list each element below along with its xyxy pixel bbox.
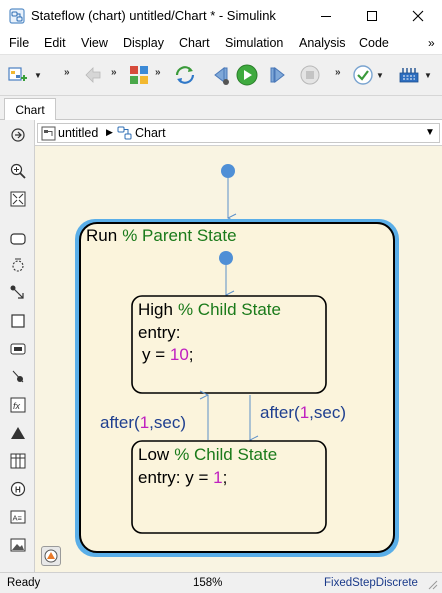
svg-text:fx: fx (13, 401, 21, 411)
menu-bar: File Edit View Display Chart Simulation … (0, 32, 442, 54)
image-icon[interactable] (9, 536, 27, 554)
library-icon[interactable] (128, 64, 150, 86)
menu-code[interactable]: Code (359, 36, 389, 50)
chevron-down-icon[interactable]: ▼ (34, 71, 42, 80)
stop-icon[interactable] (299, 64, 321, 86)
state-tool-icon[interactable] (9, 230, 27, 248)
breadcrumb-model[interactable]: untitled (58, 126, 98, 140)
chevron-down-icon[interactable]: ▼ (425, 127, 435, 138)
toolbar-overflow-2[interactable]: » (111, 67, 116, 78)
matlab-function-icon[interactable]: fx (9, 396, 27, 414)
chevron-down-icon[interactable]: ▼ (376, 71, 384, 80)
status-ready: Ready (7, 577, 41, 589)
high-state-action: y = 10; (142, 345, 194, 364)
tab-strip: Chart (0, 96, 442, 121)
transition-up-label[interactable]: after(1,sec) (100, 413, 186, 432)
truth-table-icon[interactable] (9, 424, 27, 442)
toolbar-overflow-3[interactable]: » (155, 67, 160, 78)
step-back-icon[interactable] (209, 64, 231, 86)
history-icon[interactable]: H (9, 480, 27, 498)
stateflow-app-icon (9, 8, 25, 24)
chart-icon (117, 126, 132, 140)
breadcrumb: untitled ▶ Chart ▼ (35, 120, 442, 146)
minimize-icon (321, 16, 331, 17)
window-title: Stateflow (chart) untitled/Chart * - Sim… (31, 8, 276, 23)
menu-simulation[interactable]: Simulation (225, 36, 283, 50)
tab-chart[interactable]: Chart (4, 98, 56, 121)
chart-canvas[interactable]: Run% Parent State High% Child State entr… (35, 146, 442, 572)
toolbar-overflow-4[interactable]: » (335, 67, 340, 78)
status-solver[interactable]: FixedStepDiscrete (324, 577, 418, 589)
minimize-button[interactable] (303, 0, 349, 32)
close-button[interactable] (395, 0, 441, 32)
zoom-in-icon[interactable] (9, 162, 27, 180)
default-transition-dot[interactable] (221, 164, 235, 178)
child-default-transition-dot[interactable] (219, 251, 233, 265)
hide-show-explorer-icon[interactable] (9, 126, 27, 144)
parent-state-label: Run% Parent State (86, 226, 237, 245)
menu-edit[interactable]: Edit (44, 36, 66, 50)
model-browser-icon[interactable] (7, 64, 29, 86)
status-bar: Ready 158% FixedStepDiscrete (0, 572, 442, 593)
history-junction-icon[interactable] (9, 256, 27, 274)
toolbar-overflow-1[interactable]: » (64, 67, 69, 78)
menu-file[interactable]: File (9, 36, 29, 50)
resize-grip-icon[interactable] (428, 580, 438, 590)
check-icon[interactable] (352, 64, 374, 86)
hardware-icon[interactable] (398, 64, 420, 86)
title-bar: Stateflow (chart) untitled/Chart * - Sim… (0, 0, 442, 32)
stateflow-small-icon (44, 549, 58, 563)
table-tool-icon[interactable] (9, 452, 27, 470)
maximize-icon (367, 11, 377, 21)
close-icon (412, 10, 424, 22)
svg-text:H: H (15, 486, 21, 495)
chevron-right-icon: ▶ (106, 127, 113, 137)
object-palette: fx H A≡ (0, 120, 35, 572)
menu-overflow-button[interactable]: » (428, 36, 435, 50)
model-browser-toggle[interactable] (41, 546, 61, 566)
step-forward-icon[interactable] (267, 64, 289, 86)
connective-junction-icon[interactable] (9, 368, 27, 386)
simulink-function-icon[interactable] (9, 340, 27, 358)
update-icon[interactable] (174, 64, 196, 86)
high-state-entry: entry: (138, 323, 181, 342)
chevron-down-icon[interactable]: ▼ (424, 71, 432, 80)
maximize-button[interactable] (349, 0, 395, 32)
fit-to-view-icon[interactable] (9, 190, 27, 208)
menu-analysis[interactable]: Analysis (299, 36, 346, 50)
box-tool-icon[interactable] (9, 312, 27, 330)
annotation-icon[interactable]: A≡ (9, 508, 27, 526)
toolbar: ▼ » » » » ▼ ▼ (0, 54, 442, 96)
svg-text:A≡: A≡ (13, 514, 23, 523)
back-icon[interactable] (82, 64, 104, 86)
default-transition-icon[interactable] (9, 284, 27, 302)
menu-chart[interactable]: Chart (179, 36, 210, 50)
high-state-label: High% Child State (138, 300, 281, 319)
menu-display[interactable]: Display (123, 36, 164, 50)
run-icon[interactable] (236, 64, 258, 86)
breadcrumb-chart[interactable]: Chart (135, 126, 166, 140)
status-zoom: 158% (193, 577, 223, 589)
breadcrumb-box: untitled ▶ Chart ▼ (37, 123, 440, 143)
menu-view[interactable]: View (81, 36, 108, 50)
state-diagram: Run% Parent State High% Child State entr… (75, 164, 399, 557)
model-icon (41, 126, 56, 141)
low-state-entry: entry: y = 1; (138, 468, 227, 487)
transition-down-label[interactable]: after(1,sec) (260, 403, 346, 422)
low-state-label: Low% Child State (138, 445, 277, 464)
